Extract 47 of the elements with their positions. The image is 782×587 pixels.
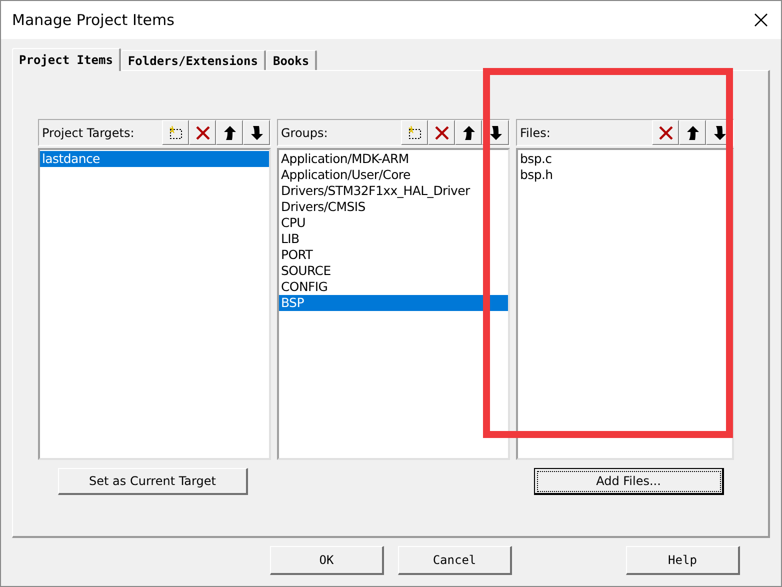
list-item[interactable]: Application/MDK-ARM <box>279 151 508 167</box>
push-button[interactable]: Add Files... <box>534 468 724 494</box>
list-box[interactable]: Application/MDK-ARM Application/User/Core Drivers/STM32F1xx_HAL_Driver Drivers/CMSIS CPU LIB PORT SOURCE CONFIG BSP <box>277 148 510 460</box>
delete-button[interactable] <box>652 120 679 145</box>
tab[interactable]: Folders/Extensions <box>120 50 266 70</box>
down-arrow-icon <box>488 124 502 140</box>
delete-button[interactable] <box>428 120 455 145</box>
panel-title: Project Targets: <box>42 126 134 140</box>
new-button[interactable] <box>401 120 428 145</box>
dialog-button[interactable]: OK <box>270 546 384 575</box>
down-arrow-icon <box>250 124 264 140</box>
tab[interactable]: Project Items <box>12 48 121 71</box>
panel-title: Groups: <box>281 126 328 140</box>
down-arrow-icon <box>712 124 726 140</box>
list-item[interactable]: bsp.c <box>518 151 732 167</box>
dialog-button[interactable]: Help <box>626 546 740 575</box>
tab[interactable]: Books <box>266 50 318 70</box>
move-down-button[interactable] <box>243 120 270 145</box>
move-up-button[interactable] <box>679 120 706 145</box>
dialog-button[interactable]: Cancel <box>398 546 512 575</box>
move-up-button[interactable] <box>216 120 243 145</box>
new-button[interactable] <box>162 120 189 145</box>
window-title: Manage Project Items <box>12 11 174 29</box>
list-item[interactable]: Drivers/CMSIS <box>279 199 508 215</box>
up-arrow-icon <box>686 124 700 140</box>
push-button[interactable]: Set as Current Target <box>58 468 248 494</box>
close-icon <box>754 13 768 27</box>
list-item[interactable]: Drivers/STM32F1xx_HAL_Driver <box>279 183 508 199</box>
list-item[interactable]: lastdance <box>40 151 269 167</box>
delete-icon <box>434 124 450 140</box>
list-item[interactable]: PORT <box>279 247 508 263</box>
up-arrow-icon <box>222 124 236 140</box>
list-item[interactable]: Application/User/Core <box>279 167 508 183</box>
move-up-button[interactable] <box>455 120 482 145</box>
list-box[interactable]: lastdance <box>38 148 271 460</box>
list-item[interactable]: bsp.h <box>518 167 732 183</box>
list-box[interactable]: bsp.c bsp.h <box>516 148 734 460</box>
delete-button[interactable] <box>189 120 216 145</box>
list-item[interactable]: CONFIG <box>279 279 508 295</box>
delete-icon <box>194 124 210 140</box>
delete-icon <box>658 124 674 140</box>
list-item[interactable]: LIB <box>279 231 508 247</box>
list-item[interactable]: BSP <box>279 295 508 311</box>
list-item[interactable]: SOURCE <box>279 263 508 279</box>
up-arrow-icon <box>462 124 476 140</box>
panel-title: Files: <box>520 126 550 140</box>
list-item[interactable]: CPU <box>279 215 508 231</box>
